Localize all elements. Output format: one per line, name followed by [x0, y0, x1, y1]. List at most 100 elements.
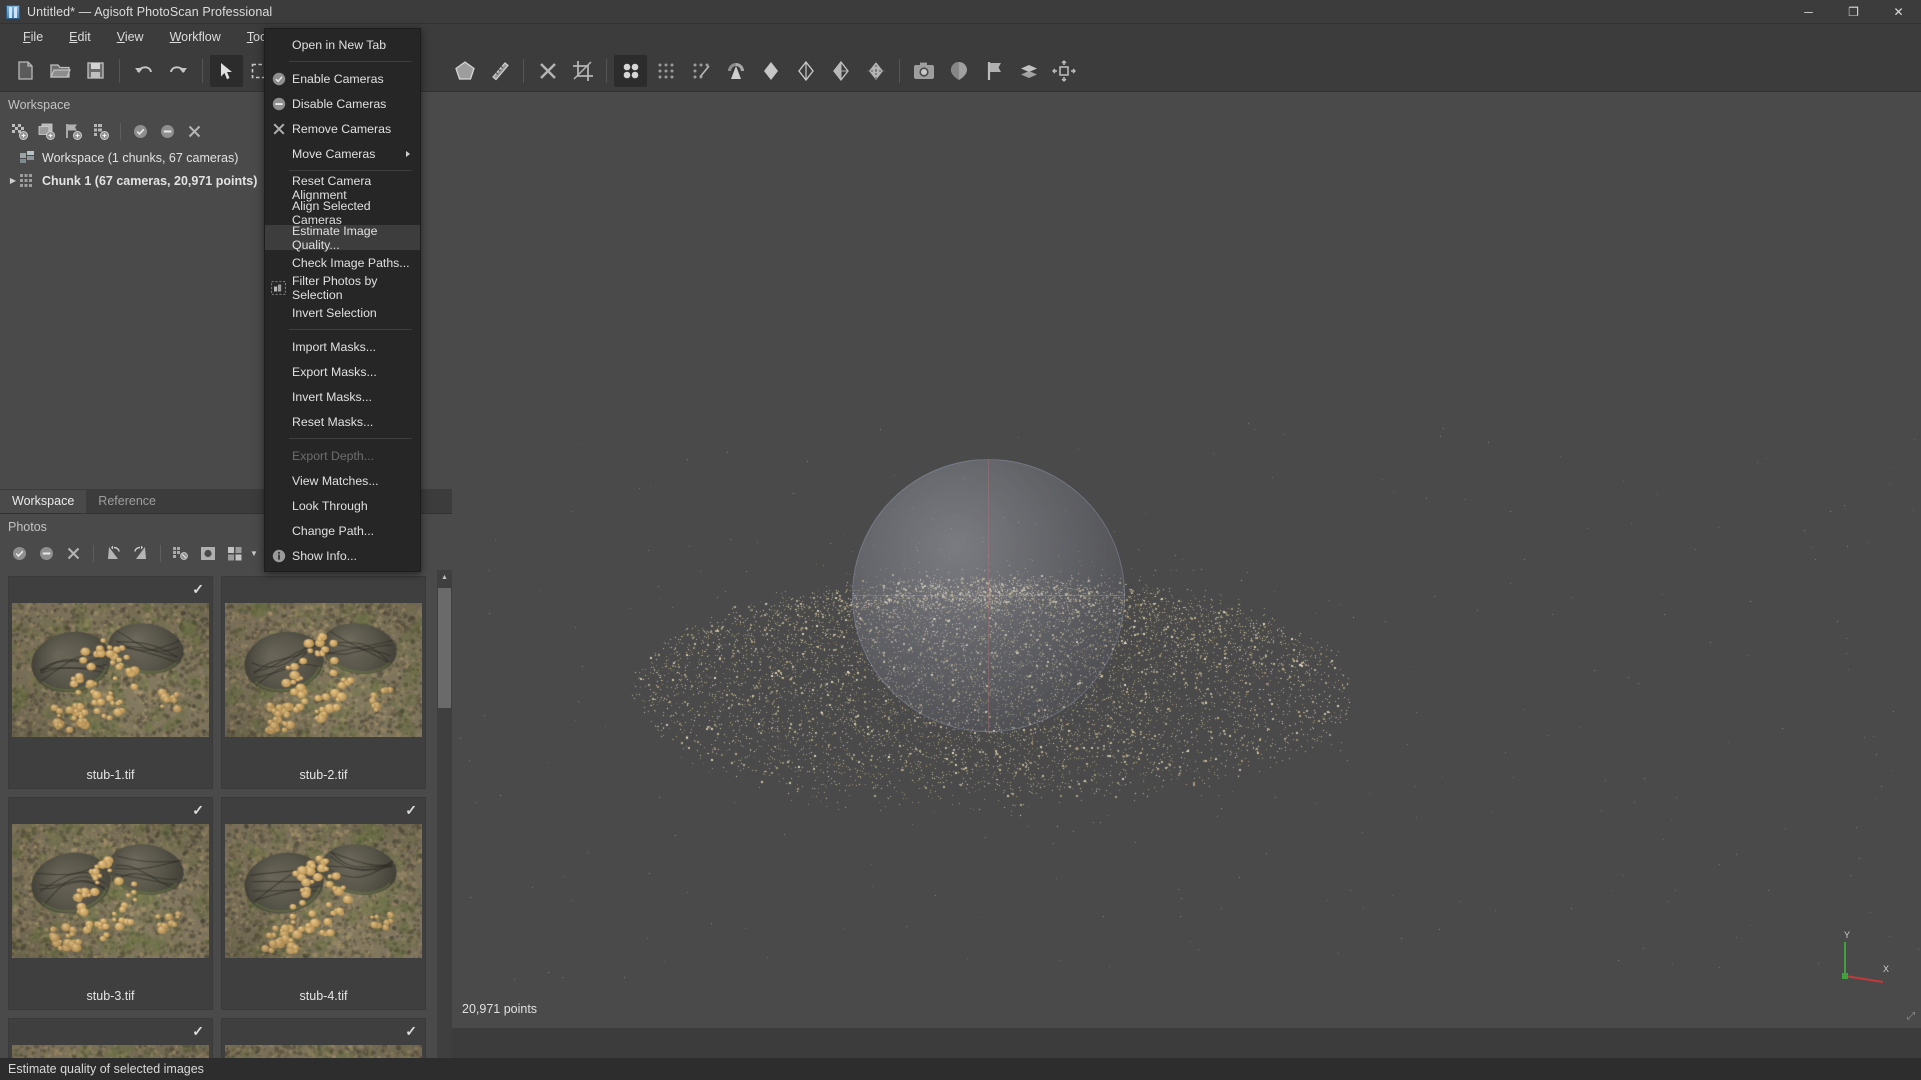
minus-circle-icon: [265, 97, 292, 111]
menu-workflow[interactable]: Workflow: [157, 26, 234, 48]
close-button[interactable]: ✕: [1876, 0, 1921, 24]
maximize-button[interactable]: ❐: [1831, 0, 1876, 24]
menu-item-enable-cameras[interactable]: Enable Cameras: [265, 66, 420, 91]
axis-gizmo-icon: Y X: [1833, 928, 1893, 988]
point-cloud-canvas[interactable]: [452, 92, 1921, 1028]
photoscan-icon: [6, 5, 20, 19]
menu-item-label: Move Cameras: [292, 147, 420, 161]
shapes-flag-icon[interactable]: [977, 55, 1010, 87]
menu-item-label: Change Path...: [292, 524, 420, 538]
photos-scrollbar[interactable]: ▲ ▼: [437, 570, 452, 1080]
tree-expander-icon[interactable]: ▶: [6, 176, 20, 185]
tab-workspace[interactable]: Workspace: [0, 490, 86, 513]
disable-photos-icon[interactable]: [33, 541, 60, 565]
cameras-icon[interactable]: [719, 55, 752, 87]
detail-view-icon[interactable]: [194, 541, 221, 565]
list-item[interactable]: stub-2.tif: [221, 576, 426, 789]
photo-thumbnail-image: [12, 824, 209, 958]
point-cloud-icon[interactable]: [614, 55, 647, 87]
polygon-selection-icon[interactable]: [448, 55, 481, 87]
list-item[interactable]: ✓ stub-4.tif: [221, 797, 426, 1010]
menu-item-filter-photos-by-selection[interactable]: Filter Photos by Selection: [265, 275, 420, 300]
enable-icon[interactable]: [127, 119, 154, 143]
add-photos-icon[interactable]: [33, 119, 60, 143]
menu-edit[interactable]: Edit: [56, 26, 104, 48]
camera-snapshot-icon[interactable]: [907, 55, 940, 87]
markers-icon[interactable]: [942, 55, 975, 87]
dense-cloud-icon[interactable]: [649, 55, 682, 87]
enable-photos-icon[interactable]: [6, 541, 33, 565]
menu-item-reset-masks[interactable]: Reset Masks...: [265, 409, 420, 434]
menu-item-check-image-paths[interactable]: Check Image Paths...: [265, 250, 420, 275]
menu-item-look-through[interactable]: Look Through: [265, 493, 420, 518]
wireframe-model-icon[interactable]: [824, 55, 857, 87]
tab-reference[interactable]: Reference: [86, 490, 168, 513]
svg-text:X: X: [1883, 964, 1889, 974]
shaded-model-icon[interactable]: [754, 55, 787, 87]
new-project-icon[interactable]: [9, 55, 42, 87]
tiled-model-icon[interactable]: [1012, 55, 1045, 87]
remove-photos-icon[interactable]: [60, 541, 87, 565]
region-resize-icon[interactable]: [1047, 55, 1080, 87]
scroll-up-arrow-icon[interactable]: ▲: [437, 570, 452, 585]
menu-item-import-masks[interactable]: Import Masks...: [265, 334, 420, 359]
rotate-right-icon[interactable]: [127, 541, 154, 565]
photos-panel: Photos: [0, 514, 452, 1080]
menu-item-label: Look Through: [292, 499, 420, 513]
photo-checked-icon: ✓: [405, 1023, 417, 1040]
tree-row-label: Chunk 1 (67 cameras, 20,971 points): [42, 174, 257, 188]
undo-icon[interactable]: [127, 55, 160, 87]
menu-item-remove-cameras[interactable]: Remove Cameras: [265, 116, 420, 141]
add-frame-icon[interactable]: [87, 119, 114, 143]
menu-item-view-matches[interactable]: View Matches...: [265, 468, 420, 493]
textured-model-icon[interactable]: [859, 55, 892, 87]
photo-thumbnail-grid[interactable]: ✓ stub-1.tif stub-2.tif ✓ stub-3.tif ✓ s…: [0, 570, 437, 1080]
delete-selection-icon[interactable]: [531, 55, 564, 87]
reset-filter-icon[interactable]: [167, 541, 194, 565]
photo-filename: stub-1.tif: [9, 768, 212, 782]
add-chunk-icon[interactable]: [6, 119, 33, 143]
menu-item-disable-cameras[interactable]: Disable Cameras: [265, 91, 420, 116]
scrollbar-thumb[interactable]: [438, 588, 451, 708]
rotate-left-icon[interactable]: [100, 541, 127, 565]
ruler-icon[interactable]: [483, 55, 516, 87]
menu-item-open-in-new-tab[interactable]: Open in New Tab: [265, 32, 420, 57]
menu-item-align-selected-cameras[interactable]: Align Selected Cameras: [265, 200, 420, 225]
redo-icon[interactable]: [162, 55, 195, 87]
points-count-label: 20,971 points: [462, 1002, 537, 1016]
menu-item-estimate-image-quality[interactable]: Estimate Image Quality...: [265, 225, 420, 250]
check-circle-icon: [265, 72, 292, 86]
menu-file[interactable]: File: [10, 26, 56, 48]
thumbnail-size-caret-icon[interactable]: ▼: [248, 537, 260, 569]
add-markers-icon[interactable]: [60, 119, 87, 143]
photo-checked-icon: ✓: [192, 802, 204, 819]
menu-item-move-cameras[interactable]: Move Cameras: [265, 141, 420, 166]
window-controls: ─ ❐ ✕: [1786, 0, 1921, 24]
menu-item-export-masks[interactable]: Export Masks...: [265, 359, 420, 384]
submenu-arrow-icon: [406, 151, 410, 157]
save-project-icon[interactable]: [79, 55, 112, 87]
menu-item-label: Show Info...: [292, 549, 420, 563]
disable-icon[interactable]: [154, 119, 181, 143]
select-arrow-icon[interactable]: [210, 55, 243, 87]
menu-item-label: Estimate Image Quality...: [292, 224, 420, 252]
menu-view[interactable]: View: [104, 26, 157, 48]
menu-item-invert-masks[interactable]: Invert Masks...: [265, 384, 420, 409]
open-project-icon[interactable]: [44, 55, 77, 87]
list-item[interactable]: ✓ stub-3.tif: [8, 797, 213, 1010]
crop-selection-icon[interactable]: [566, 55, 599, 87]
chunk-icon: [20, 174, 35, 187]
remove-icon[interactable]: [181, 119, 208, 143]
menu-item-change-path[interactable]: Change Path...: [265, 518, 420, 543]
photo-filename: stub-2.tif: [222, 768, 425, 782]
menu-item-invert-selection[interactable]: Invert Selection: [265, 300, 420, 325]
minimize-button[interactable]: ─: [1786, 0, 1831, 24]
solid-model-icon[interactable]: [789, 55, 822, 87]
dense-cloud-classes-icon[interactable]: [684, 55, 717, 87]
menu-item-show-info[interactable]: Show Info...: [265, 543, 420, 568]
thumbnail-size-icon[interactable]: [221, 541, 248, 565]
menu-item-reset-camera-alignment[interactable]: Reset Camera Alignment: [265, 175, 420, 200]
model-viewport[interactable]: Model Perspective 30° Orthographic 20,97…: [452, 92, 1921, 1028]
photo-context-menu[interactable]: Open in New Tab Enable Cameras Disable C…: [264, 28, 421, 572]
list-item[interactable]: ✓ stub-1.tif: [8, 576, 213, 789]
